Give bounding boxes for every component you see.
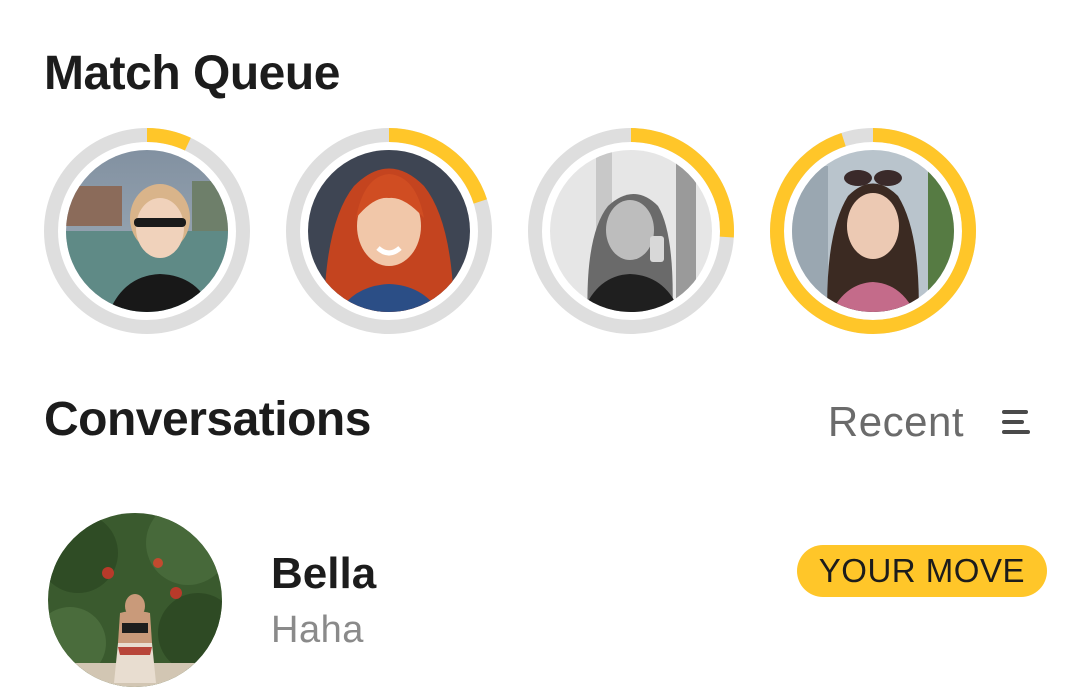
sort-button[interactable]: Recent xyxy=(828,398,1032,446)
conversation-name: Bella xyxy=(271,549,377,598)
queue-avatar-3[interactable] xyxy=(526,126,736,336)
your-move-badge: YOUR MOVE xyxy=(796,545,1047,597)
avatar-photo xyxy=(792,150,954,312)
conversation-avatar-photo xyxy=(48,513,222,687)
avatar-photo xyxy=(550,150,712,312)
queue-avatar-1[interactable] xyxy=(42,126,252,336)
conversations-title: Conversations xyxy=(44,393,371,446)
match-queue-title: Match Queue xyxy=(44,47,340,100)
avatar-photo xyxy=(308,150,470,312)
conversation-last-message: Haha xyxy=(271,609,364,651)
sort-label: Recent xyxy=(827,398,964,445)
conversation-item[interactable]: Bella Haha YOUR MOVE xyxy=(0,505,1080,695)
avatar xyxy=(48,513,222,687)
avatar-photo xyxy=(66,150,228,312)
match-screen: Match Queue Conversations Recent Bella H… xyxy=(0,0,1080,700)
queue-avatar-4[interactable] xyxy=(768,126,978,336)
queue-avatar-2[interactable] xyxy=(284,126,494,336)
sort-lines-icon xyxy=(1002,410,1030,434)
